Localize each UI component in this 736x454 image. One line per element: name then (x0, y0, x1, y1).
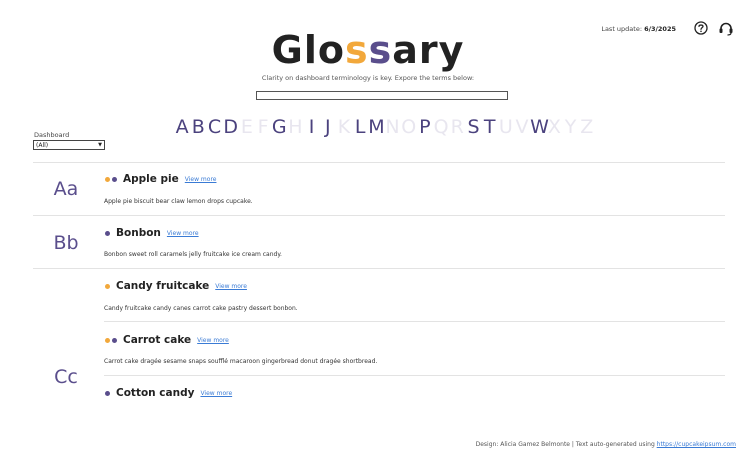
dashboard-filter-select[interactable]: (All) ▼ (33, 140, 105, 150)
alphabet-letter-y: Y (564, 116, 577, 138)
section-divider (33, 162, 725, 163)
alphabet-letter-q: Q (433, 116, 449, 138)
term-title-row: Apple pie View more (105, 173, 216, 185)
dashboard-filter-value: (All) (36, 141, 49, 149)
title-part: ary (392, 28, 465, 72)
alphabet-letter-m[interactable]: M (368, 116, 384, 138)
term-title-row: Candy fruitcake View more (105, 280, 247, 292)
alphabet-letter-p[interactable]: P (417, 116, 433, 138)
headset-icon[interactable] (718, 21, 734, 37)
alphabet-letter-u: U (498, 116, 513, 138)
alphabet-letter-v: V (515, 116, 529, 138)
category-dot (105, 283, 110, 289)
view-more-link[interactable]: View more (215, 283, 247, 290)
alphabet-letter-j[interactable]: J (320, 116, 336, 138)
section-divider (33, 215, 725, 216)
view-more-link[interactable]: View more (197, 337, 229, 344)
section-letter-b: Bb (53, 232, 79, 254)
alphabet-nav: ABCDEFGHIJKLMNOPQRSTUVWXYZ (174, 116, 595, 138)
alphabet-letter-x: X (547, 116, 561, 138)
alphabet-letter-r: R (450, 116, 464, 138)
last-update: Last update: 6/3/2025 (601, 25, 676, 33)
footer-link[interactable]: https://cupcakeipsum.com (657, 441, 736, 448)
alphabet-letter-f: F (257, 116, 269, 138)
alphabet-letter-e: E (240, 116, 253, 138)
alphabet-letter-t[interactable]: T (482, 116, 498, 138)
term-title-row: Bonbon View more (105, 227, 199, 239)
section-letter-c: Cc (54, 366, 78, 388)
term-description: Candy fruitcake candy canes carrot cake … (104, 305, 298, 312)
section-divider (33, 268, 725, 269)
category-dot (105, 176, 110, 182)
page-title: Glossary (0, 28, 736, 72)
term-name: Carrot cake (123, 334, 192, 346)
term-description: Bonbon sweet roll caramels jelly fruitca… (104, 251, 282, 258)
title-part: s (344, 28, 369, 72)
alphabet-letter-n: N (385, 116, 400, 138)
caret-down-icon: ▼ (98, 142, 102, 148)
term-divider (104, 375, 725, 376)
term-name: Bonbon (116, 227, 161, 239)
question-circle-icon[interactable] (694, 21, 708, 35)
section-letter-a: Aa (53, 178, 79, 200)
category-dot (112, 176, 117, 182)
term-name: Cotton candy (116, 387, 195, 399)
search-input[interactable] (256, 91, 508, 100)
alphabet-letter-g[interactable]: G (271, 116, 287, 138)
alphabet-letter-h: H (288, 116, 303, 138)
category-dot (112, 337, 117, 343)
term-name: Candy fruitcake (116, 280, 210, 292)
footer-credits: Design: Alicia Gamez Belmonte | Text aut… (476, 441, 736, 448)
alphabet-letter-d[interactable]: D (223, 116, 239, 138)
title-part: Glo (271, 28, 345, 72)
alphabet-letter-w[interactable]: W (530, 116, 549, 138)
category-dot (105, 337, 110, 343)
alphabet-letter-s[interactable]: S (465, 116, 481, 138)
alphabet-letter-b[interactable]: B (190, 116, 206, 138)
term-name: Apple pie (123, 173, 179, 185)
term-description: Apple pie biscuit bear claw lemon drops … (104, 198, 253, 205)
term-description: Carrot cake dragée sesame snaps soufflé … (104, 358, 378, 365)
term-divider (104, 321, 725, 322)
page-subtitle: Clarity on dashboard terminology is key.… (261, 74, 475, 82)
term-title-row: Cotton candy View more (105, 387, 232, 399)
alphabet-letter-l[interactable]: L (352, 116, 368, 138)
view-more-link[interactable]: View more (167, 230, 199, 237)
view-more-link[interactable]: View more (200, 390, 232, 397)
term-title-row: Carrot cake View more (105, 334, 229, 346)
dashboard-filter-label: Dashboard (34, 131, 70, 139)
alphabet-letter-z: Z (580, 116, 594, 138)
view-more-link[interactable]: View more (185, 176, 217, 183)
alphabet-letter-a[interactable]: A (174, 116, 190, 138)
category-dot (105, 390, 110, 396)
alphabet-letter-i[interactable]: I (304, 116, 320, 138)
footer-text: Design: Alicia Gamez Belmonte | Text aut… (475, 441, 657, 448)
alphabet-letter-k: K (337, 116, 351, 138)
category-dot (105, 230, 110, 236)
alphabet-letter-o: O (401, 116, 417, 138)
last-update-label: Last update: (601, 25, 643, 33)
title-part: s (368, 28, 393, 72)
alphabet-letter-c[interactable]: C (206, 116, 222, 138)
last-update-value: 6/3/2025 (644, 25, 676, 33)
